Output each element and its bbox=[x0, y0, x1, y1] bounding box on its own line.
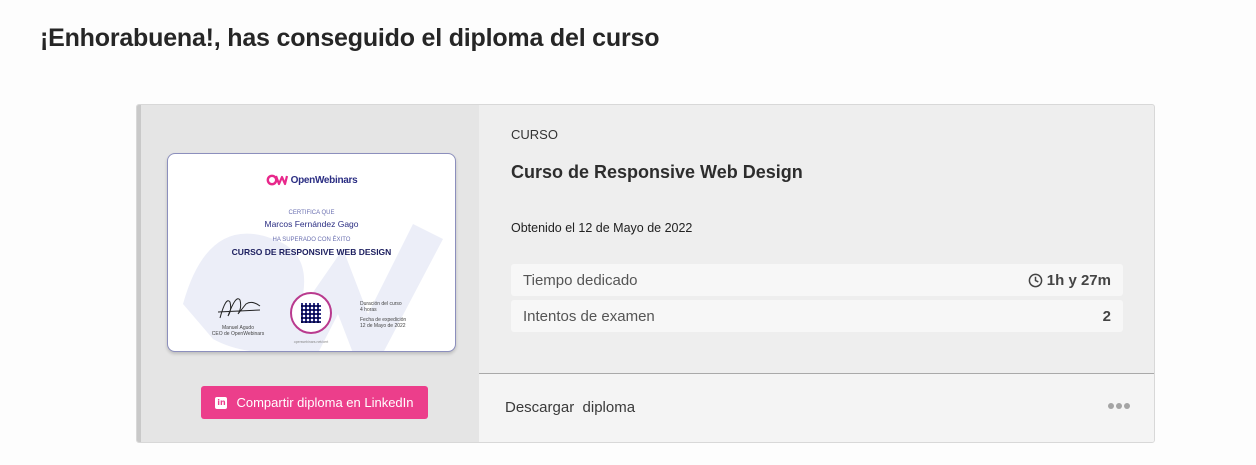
linkedin-icon: in bbox=[215, 396, 228, 409]
qr-code-icon bbox=[301, 303, 321, 323]
diploma-course-name: CURSO DE RESPONSIVE WEB DESIGN bbox=[231, 247, 392, 257]
course-info-panel: CURSO Curso de Responsive Web Design Obt… bbox=[479, 105, 1154, 442]
stat-row-attempts: Intentos de examen 2 bbox=[511, 300, 1123, 332]
page-title: ¡Enhorabuena!, has conseguido el diploma… bbox=[40, 24, 660, 52]
diploma-card: OpenWebinars CERTIFICA QUE Marcos Fernán… bbox=[136, 104, 1155, 443]
diploma-seal bbox=[290, 292, 332, 334]
diploma-certifies-label: CERTIFICA QUE bbox=[288, 210, 335, 216]
signature-icon bbox=[217, 298, 261, 319]
stat-value: 2 bbox=[1102, 307, 1111, 325]
diploma-seal-caption: openwebinars.net/cert bbox=[293, 340, 329, 344]
share-linkedin-label: Compartir diploma en LinkedIn bbox=[236, 395, 414, 410]
diploma-meta: Duración del curso 4 horas Fecha de expe… bbox=[360, 301, 407, 329]
clock-icon bbox=[1028, 273, 1043, 287]
obtained-date: Obtenido el 12 de Mayo de 2022 bbox=[511, 221, 693, 235]
diploma-logo: OpenWebinars bbox=[168, 174, 455, 186]
diploma-preview-panel: OpenWebinars CERTIFICA QUE Marcos Fernán… bbox=[137, 105, 479, 442]
more-options-icon[interactable] bbox=[1108, 403, 1130, 409]
diploma-logo-text: OpenWebinars bbox=[290, 174, 358, 186]
share-linkedin-button[interactable]: in Compartir diploma en LinkedIn bbox=[201, 386, 428, 419]
stat-label: Intentos de examen bbox=[523, 307, 655, 325]
course-title: Curso de Responsive Web Design bbox=[511, 162, 803, 182]
course-kicker: CURSO bbox=[511, 127, 558, 142]
download-bar: Descargar diploma bbox=[479, 374, 1154, 442]
diploma-thumbnail[interactable]: OpenWebinars CERTIFICA QUE Marcos Fernán… bbox=[167, 153, 456, 352]
diploma-passed-label: HA SUPERADO CON ÉXITO bbox=[272, 237, 351, 243]
stat-value: 1h y 27m bbox=[1028, 272, 1111, 289]
stat-row-time: Tiempo dedicado 1h y 27m bbox=[511, 264, 1123, 296]
openwebinars-logo-icon bbox=[266, 174, 288, 186]
stat-label: Tiempo dedicado bbox=[523, 271, 638, 289]
diploma-recipient: Marcos Fernández Gago bbox=[264, 219, 359, 229]
download-diploma-link[interactable]: Descargar diploma bbox=[505, 399, 635, 416]
diploma-signer: Manuel Agudo CEO de OpenWebinars bbox=[211, 325, 265, 337]
